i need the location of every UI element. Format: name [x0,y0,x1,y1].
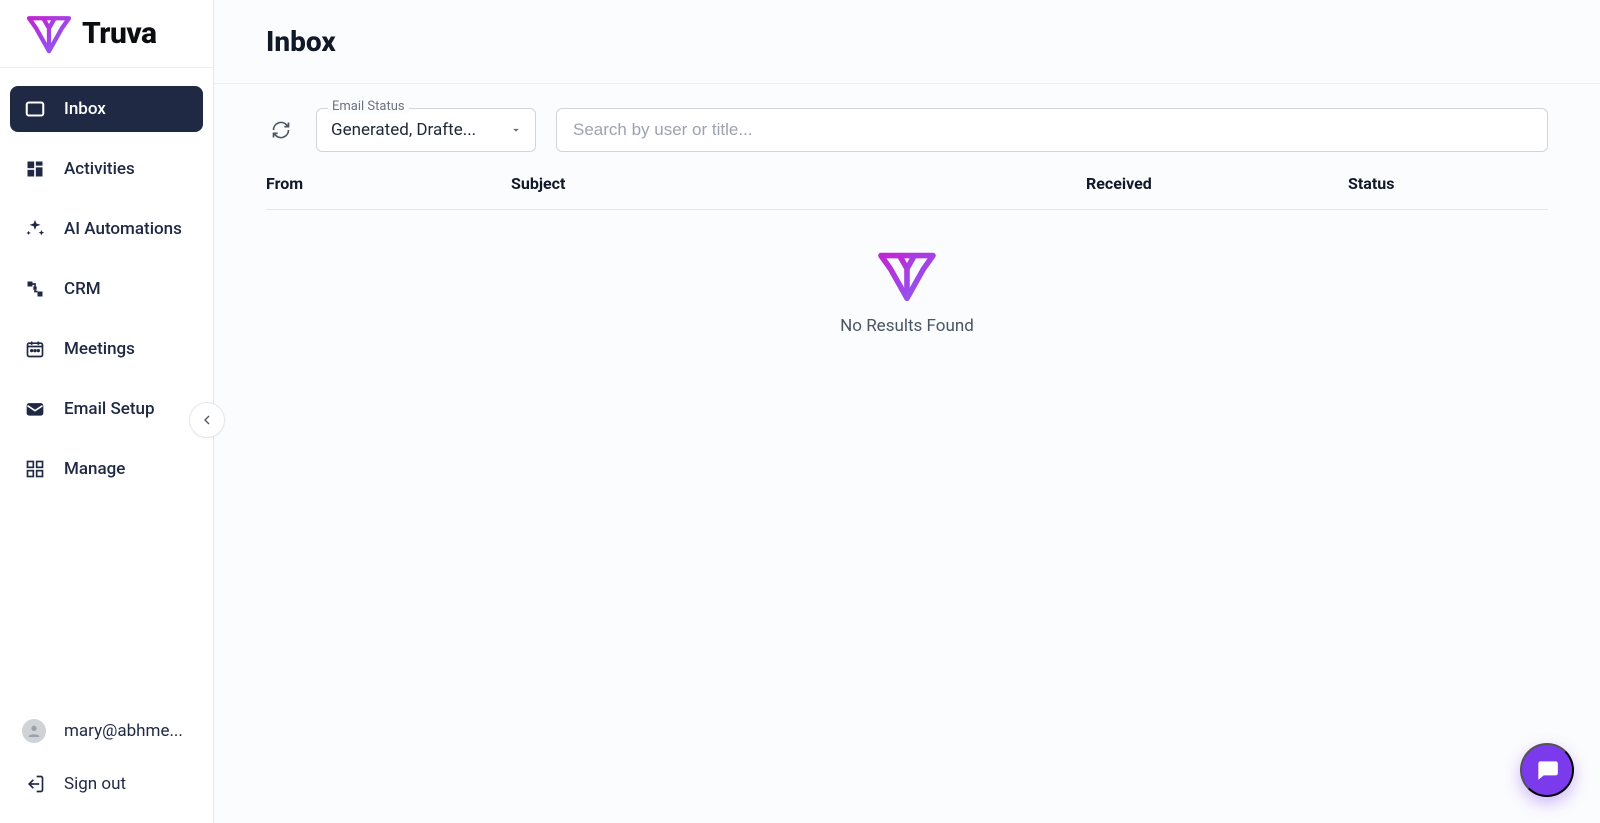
sidebar-item-label: AI Automations [64,219,182,239]
sidebar-item-crm[interactable]: CRM [10,266,203,312]
grid-icon [24,458,46,480]
search-input[interactable] [556,108,1548,152]
user-email: mary@abhme... [64,721,183,741]
sign-out-icon [24,773,46,795]
refresh-icon [271,120,291,140]
brand-name: Truva [82,16,156,51]
email-status-label: Email Status [328,99,409,114]
user-account-row[interactable]: mary@abhme... [10,709,203,753]
dashboard-icon [24,158,46,180]
sidebar-bottom: mary@abhme... Sign out [0,701,213,823]
empty-state: No Results Found [266,210,1548,376]
inbox-icon [24,98,46,120]
sidebar-item-label: CRM [64,279,101,299]
chat-icon [1534,757,1560,783]
mail-icon [24,398,46,420]
email-status-value: Generated, Drafte... [331,120,476,140]
nodes-icon [24,278,46,300]
brand-logo-icon [26,14,72,54]
sidebar-collapse-button[interactable] [189,402,225,438]
table-header: From Subject Received Status [266,152,1548,210]
sidebar-item-label: Manage [64,459,125,479]
page-title: Inbox [266,25,336,58]
sidebar-item-label: Inbox [64,99,106,119]
empty-logo-icon [876,250,938,302]
avatar-icon [22,719,46,743]
column-received: Received [1086,174,1348,193]
sign-out-button[interactable]: Sign out [10,763,203,805]
sidebar-item-label: Meetings [64,339,135,359]
sidebar-item-manage[interactable]: Manage [10,446,203,492]
sidebar-item-meetings[interactable]: Meetings [10,326,203,372]
column-from: From [266,174,511,193]
sidebar-item-ai-automations[interactable]: AI Automations [10,206,203,252]
search-wrap [556,108,1548,152]
sidebar-item-activities[interactable]: Activities [10,146,203,192]
sidebar-item-label: Email Setup [64,399,155,419]
empty-message: No Results Found [840,316,974,336]
brand-area: Truva [0,0,213,68]
filter-row: Email Status Generated, Drafte... [266,108,1548,152]
sidebar-item-label: Activities [64,159,135,179]
sidebar-item-inbox[interactable]: Inbox [10,86,203,132]
chevron-down-icon [507,121,525,139]
main: Inbox Email Status Generated, Drafte... [214,0,1600,823]
sign-out-label: Sign out [64,774,126,794]
chat-widget-button[interactable] [1520,743,1574,797]
page-header: Inbox [214,0,1600,84]
content: Email Status Generated, Drafte... From S… [214,84,1600,376]
chevron-left-icon [199,412,215,428]
column-status: Status [1348,174,1548,193]
email-status-select[interactable]: Email Status Generated, Drafte... [316,108,536,152]
refresh-button[interactable] [266,115,296,145]
sidebar-item-email-setup[interactable]: Email Setup [10,386,203,432]
calendar-icon [24,338,46,360]
sidebar: Truva Inbox Activities AI Auto [0,0,214,823]
column-subject: Subject [511,174,1086,193]
sparkles-icon [24,218,46,240]
sidebar-nav: Inbox Activities AI Automations CRM [0,68,213,500]
